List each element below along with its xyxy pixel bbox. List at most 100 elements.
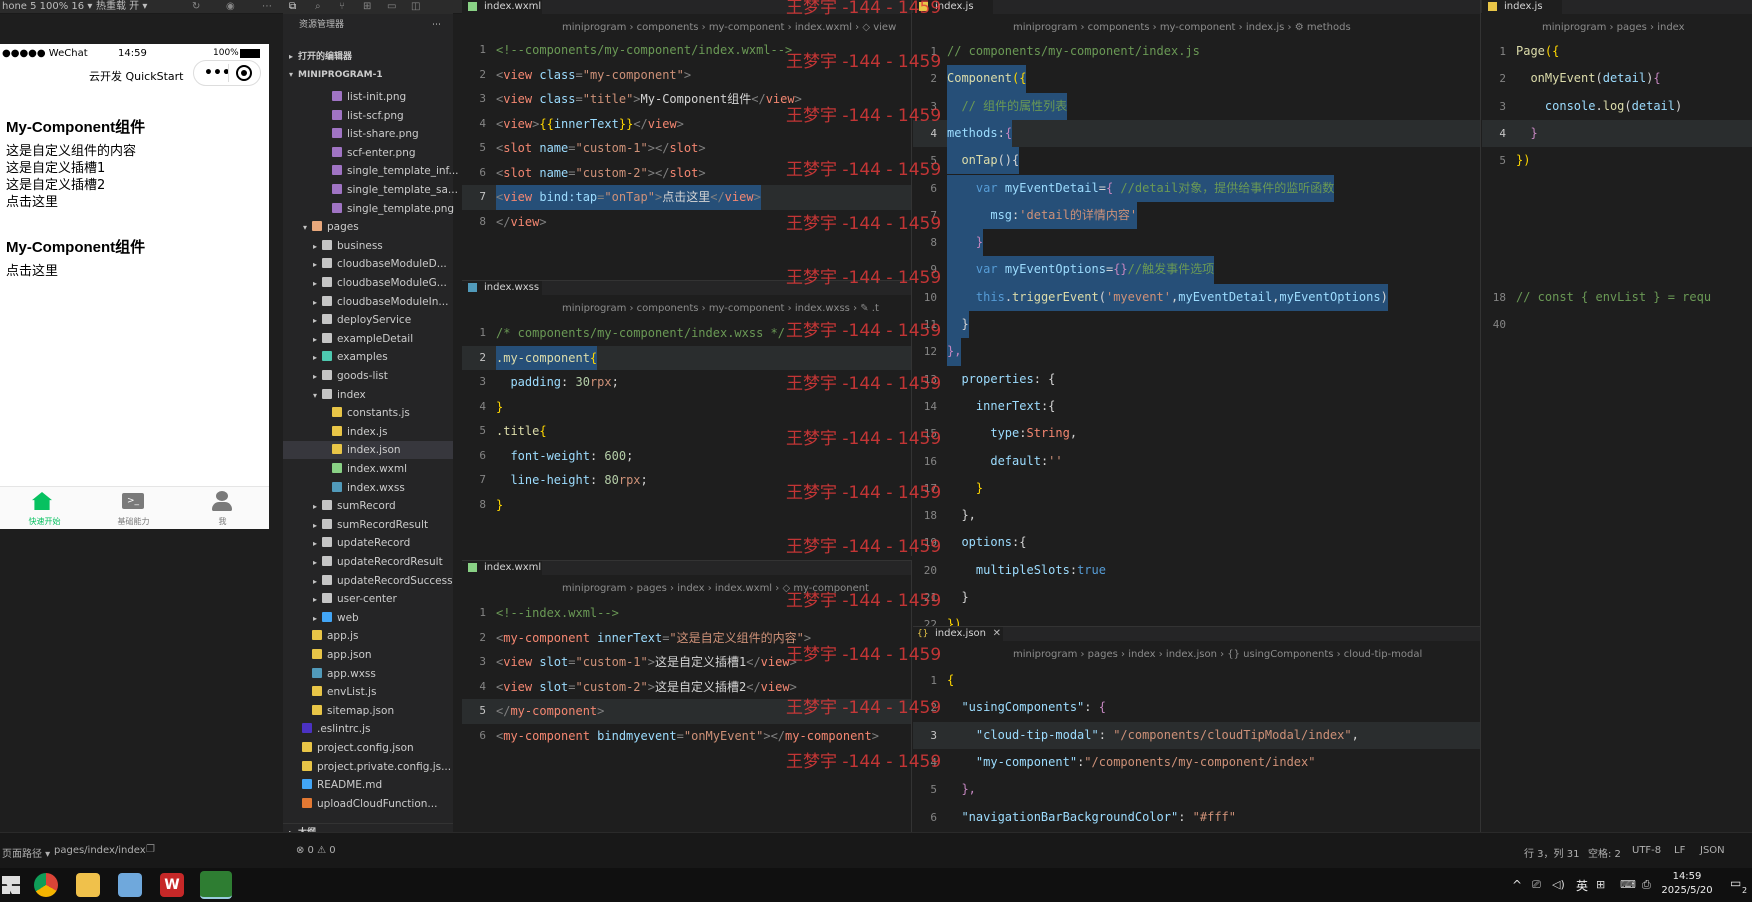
code-line[interactable]: 15 type:String,	[913, 420, 1480, 447]
code-line[interactable]: 8 }	[913, 229, 1480, 257]
tree-item[interactable]: single_template.png	[283, 200, 454, 218]
stop-icon[interactable]: ◉	[226, 0, 235, 14]
wps-icon[interactable]: W	[160, 873, 184, 897]
code-line[interactable]: 21 }	[913, 584, 1480, 611]
keyboard-icon[interactable]: ⌨	[1620, 878, 1636, 891]
code-line[interactable]: 4}	[462, 395, 911, 420]
search-icon[interactable]: ⌕	[315, 0, 321, 14]
code-line[interactable]: 5})	[1482, 147, 1752, 174]
code-line[interactable]: 12},	[913, 338, 1480, 366]
split-icon[interactable]: ◫	[411, 0, 420, 14]
code-line[interactable]: 7 <view bind:tap="onTap">点击这里</view>	[462, 185, 911, 210]
tree-item[interactable]: ▸ updateRecordResult	[283, 553, 453, 571]
tree-item[interactable]: list-init.png	[283, 88, 453, 106]
tab-index-wxss[interactable]: index.wxss	[462, 281, 542, 295]
ime-indicator[interactable]: 英	[1576, 877, 1588, 894]
tree-item[interactable]: single_template_inf...	[283, 162, 459, 180]
explorer-icon[interactable]: ⧉	[289, 0, 296, 14]
tap-here-link-2[interactable]: 点击这里	[6, 260, 58, 279]
tab-index-js[interactable]: index.js	[1482, 0, 1562, 14]
indent-spaces[interactable]: 空格: 2	[1588, 845, 1621, 860]
code-line[interactable]: 13 properties: {	[913, 366, 1480, 393]
notifications-icon[interactable]: ▭	[1730, 876, 1741, 890]
tray-chevron-icon[interactable]: ^	[1512, 878, 1522, 892]
tab-me[interactable]: 我	[178, 487, 267, 530]
code-line[interactable]: 5 onTap(){	[913, 147, 1480, 175]
encoding[interactable]: UTF-8	[1632, 845, 1661, 856]
tree-item[interactable]: ▸ cloudbaseModuleIn...	[283, 293, 453, 311]
code-line[interactable]: 9 var myEventOptions={}//触发事件选项	[913, 256, 1480, 284]
tree-item[interactable]: README.md	[283, 776, 453, 794]
more-icon[interactable]: ⋯	[262, 0, 272, 14]
tree-item[interactable]: sitemap.json	[283, 702, 453, 720]
code-line[interactable]: 6 "navigationBarBackgroundColor": "#fff"	[913, 804, 1480, 831]
tree-item[interactable]: scf-enter.png	[283, 144, 453, 162]
hot-reload-toggle[interactable]: 热重载 开 ▾	[96, 0, 147, 14]
code-line[interactable]: 2 onMyEvent(detail){	[1482, 65, 1752, 92]
tree-item[interactable]: constants.js	[283, 404, 453, 422]
tree-item[interactable]: single_template_sa...	[283, 181, 458, 199]
tree-item[interactable]: uploadCloudFunction...	[283, 795, 453, 813]
clock-time[interactable]: 14:59	[1662, 871, 1712, 882]
code-line[interactable]: 1// components/my-component/index.js	[913, 38, 1480, 65]
code-line[interactable]: 19 options:{	[913, 529, 1480, 556]
code-line[interactable]: 4 }	[1482, 119, 1752, 148]
code-line[interactable]: 18 },	[913, 502, 1480, 529]
tab-quickstart[interactable]: 快速开始	[0, 487, 89, 530]
tree-item[interactable]: app.wxss	[283, 665, 453, 683]
code-line[interactable]: 2 "usingComponents": {	[913, 694, 1480, 721]
tree-item[interactable]: ▸ cloudbaseModuleG...	[283, 274, 453, 292]
cursor-position[interactable]: 行 3，列 31	[1524, 845, 1579, 860]
code-line[interactable]: 20 multipleSlots:true	[913, 557, 1480, 584]
speaker-icon[interactable]: ◁)	[1552, 878, 1565, 891]
close-mini-program-icon[interactable]	[236, 65, 252, 81]
tree-item[interactable]: .eslintrc.js	[283, 720, 453, 738]
menu-dots-icon[interactable]: •••	[204, 65, 231, 81]
tab-index-wxml[interactable]: index.wxml	[462, 561, 542, 575]
tree-item[interactable]: project.private.config.js...	[283, 758, 453, 776]
tree-item[interactable]: ▾ pages	[283, 218, 453, 236]
grid-icon[interactable]: ⊞	[1596, 878, 1605, 891]
tab-index-wxml[interactable]: index.wxml	[462, 0, 542, 14]
tap-here-link-1[interactable]: 点击这里	[6, 191, 58, 210]
code-line[interactable]: 7 msg:'detail的详情内容'	[913, 201, 1480, 230]
tree-item[interactable]: ▸ exampleDetail	[283, 330, 453, 348]
tree-item[interactable]: index.json	[283, 441, 453, 460]
network-icon[interactable]: ⎚	[1532, 878, 1541, 892]
tree-item[interactable]: index.wxml	[283, 460, 453, 478]
problems-indicator[interactable]: ⊗ 0 ⚠ 0	[296, 845, 336, 856]
explorer-more-icon[interactable]: ⋯	[432, 14, 441, 36]
code-line[interactable]: 14 innerText:{	[913, 393, 1480, 420]
copy-icon[interactable]: ❐	[146, 844, 155, 855]
start-icon[interactable]	[2, 876, 20, 894]
language-mode[interactable]: JSON	[1700, 845, 1725, 856]
code-line[interactable]: 3 "cloud-tip-modal": "/components/cloudT…	[913, 721, 1480, 749]
tree-item[interactable]: ▸ examples	[283, 348, 453, 366]
open-editors-section[interactable]: ▸ 打开的编辑器	[283, 48, 453, 66]
tree-item[interactable]: list-share.png	[283, 125, 453, 143]
close-tab-icon[interactable]: ✕	[993, 627, 1001, 641]
tree-item[interactable]: ▸ sumRecord	[283, 497, 453, 515]
code-line[interactable]: 1{	[913, 667, 1480, 694]
tree-item[interactable]: ▸ business	[283, 237, 453, 255]
notepad-icon[interactable]	[118, 873, 142, 897]
tree-item[interactable]: ▸ cloudbaseModuleD...	[283, 255, 453, 273]
device-selector[interactable]: hone 5 100% 16 ▾	[2, 0, 92, 14]
code-line[interactable]: 3 // 组件的属性列表	[913, 92, 1480, 120]
tab-basic[interactable]: >_ 基础能力	[89, 487, 178, 530]
tree-item[interactable]: list-scf.png	[283, 107, 453, 125]
tree-item[interactable]: ▸ deployService	[283, 311, 453, 329]
eol[interactable]: LF	[1674, 845, 1685, 856]
tree-item[interactable]: ▸ updateRecordSuccess	[283, 572, 453, 590]
capsule-button[interactable]: •••	[193, 60, 261, 86]
folder-icon[interactable]	[76, 873, 100, 897]
source-control-icon[interactable]: ⑂	[339, 0, 345, 14]
extensions-icon[interactable]: ⊞	[363, 0, 371, 14]
tree-item[interactable]: app.json	[283, 646, 453, 664]
tree-item[interactable]: ▸ goods-list	[283, 367, 453, 385]
clock-date[interactable]: 2025/5/20	[1650, 885, 1724, 896]
tree-item[interactable]: index.js	[283, 423, 453, 441]
tree-item[interactable]: project.config.json	[283, 739, 453, 757]
code-line[interactable]: 5 },	[913, 776, 1480, 803]
code-line[interactable]: 11 }	[913, 311, 1480, 339]
